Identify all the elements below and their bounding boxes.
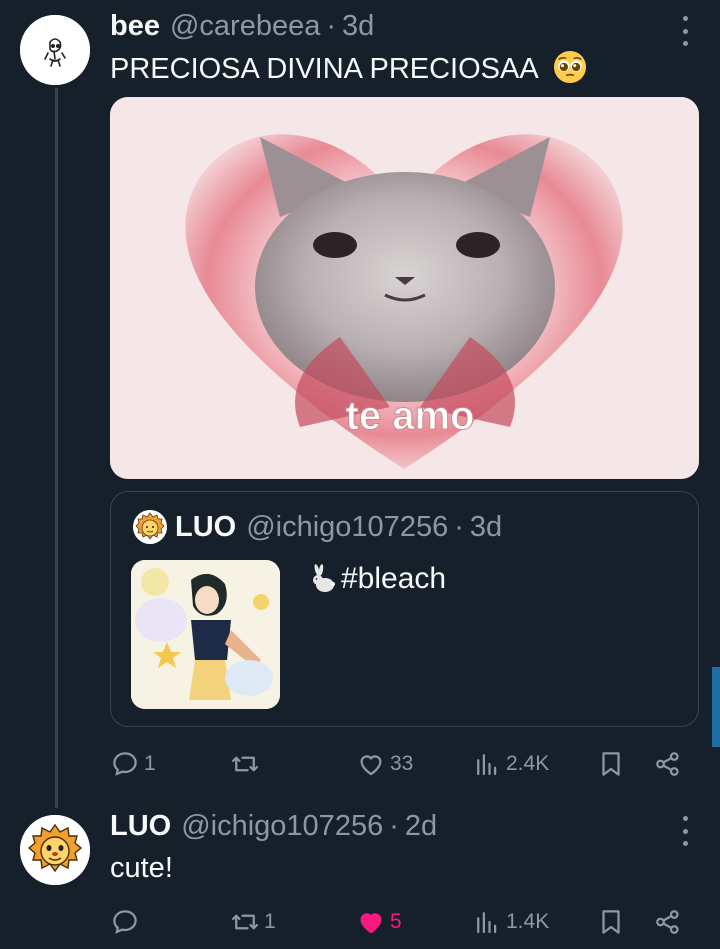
views-button[interactable]: 2.4K: [472, 744, 549, 784]
quoted-tweet[interactable]: LUO @ichigo107256 · 3d #bleach: [110, 491, 699, 727]
tweet-body: PRECIOSA DIVINA PRECIOSAA: [110, 50, 587, 86]
bleach-artwork: [131, 560, 280, 709]
quote-header: LUO @ichigo107256 · 3d: [133, 510, 502, 544]
view-count: 2.4K: [506, 752, 550, 775]
tweet-actions-bar: 1 5 1.4K: [110, 902, 690, 942]
like-button-active[interactable]: 5: [356, 902, 402, 942]
quote-display-name[interactable]: LUO: [175, 511, 236, 544]
separator-dot: ·: [326, 10, 337, 42]
media-caption: te amo: [346, 394, 475, 438]
bookmark-icon: [602, 752, 620, 776]
more-options-icon[interactable]: [676, 816, 694, 846]
bee-avatar-sketch: [20, 15, 90, 85]
quote-user-handle[interactable]: @ichigo107256: [246, 511, 448, 544]
tweet-text: PRECIOSA DIVINA PRECIOSAA: [110, 53, 538, 85]
display-name[interactable]: bee: [110, 10, 160, 43]
retweet-button[interactable]: 1: [230, 902, 276, 942]
like-count: 33: [390, 752, 414, 775]
separator-dot: ·: [389, 810, 399, 842]
more-options-icon[interactable]: [676, 16, 694, 46]
reply-count: 1: [144, 752, 156, 775]
scrollbar-thumb[interactable]: [712, 667, 720, 747]
views-button[interactable]: 1.4K: [472, 902, 549, 942]
retweet-icon: [232, 914, 258, 930]
share-button[interactable]: [653, 744, 683, 784]
avatar-luo-small[interactable]: [133, 510, 167, 544]
bookmark-icon: [602, 910, 620, 934]
timestamp[interactable]: 3d: [342, 10, 374, 43]
kon-lion-avatar: [20, 815, 90, 885]
heart-icon: [360, 755, 382, 776]
bookmark-button[interactable]: [596, 744, 626, 784]
retweet-count: 1: [264, 910, 276, 933]
retweet-button[interactable]: [230, 744, 264, 784]
like-button[interactable]: 33: [356, 744, 413, 784]
avatar-luo[interactable]: [20, 815, 90, 885]
kon-lion-avatar: [133, 510, 167, 544]
share-icon: [656, 752, 679, 776]
views-chart-icon: [477, 912, 497, 934]
quote-text-hashtag[interactable]: #bleach: [341, 562, 446, 596]
views-chart-icon: [477, 754, 497, 776]
share-icon: [656, 910, 679, 934]
quote-thumbnail-bleach-art[interactable]: [131, 560, 280, 709]
timestamp[interactable]: 2d: [405, 810, 437, 843]
heart-filled-icon: [360, 913, 382, 934]
quote-timestamp[interactable]: 3d: [470, 511, 502, 544]
user-handle[interactable]: @carebeea: [170, 10, 320, 43]
share-button[interactable]: [653, 902, 683, 942]
avatar-bee[interactable]: [20, 15, 90, 85]
reply-icon: [113, 910, 137, 934]
reply-icon: [113, 752, 137, 776]
display-name[interactable]: LUO: [110, 810, 171, 843]
tweet-image-cat-heart[interactable]: te amo: [110, 97, 699, 479]
reply-button[interactable]: [110, 902, 144, 942]
user-handle[interactable]: @ichigo107256: [181, 810, 383, 843]
cat-heart-image: te amo: [110, 97, 699, 479]
reply-button[interactable]: 1: [110, 744, 156, 784]
thread-connector-line: [55, 88, 58, 808]
retweet-icon: [232, 756, 258, 772]
tweet-text: cute!: [110, 852, 173, 884]
tweet-actions-bar: 1 33 2.4K: [110, 744, 690, 784]
tweet-header: bee @carebeea · 3d: [110, 10, 374, 43]
rabbit-icon: [313, 564, 335, 592]
quote-separator-dot: ·: [454, 510, 464, 543]
quote-body: #bleach: [307, 562, 446, 596]
view-count: 1.4K: [506, 910, 550, 933]
like-count: 5: [390, 910, 402, 933]
bookmark-button[interactable]: [596, 902, 626, 942]
pleading-face-emoji-icon: [554, 50, 587, 84]
tweet-header: LUO @ichigo107256 · 2d: [110, 810, 437, 843]
